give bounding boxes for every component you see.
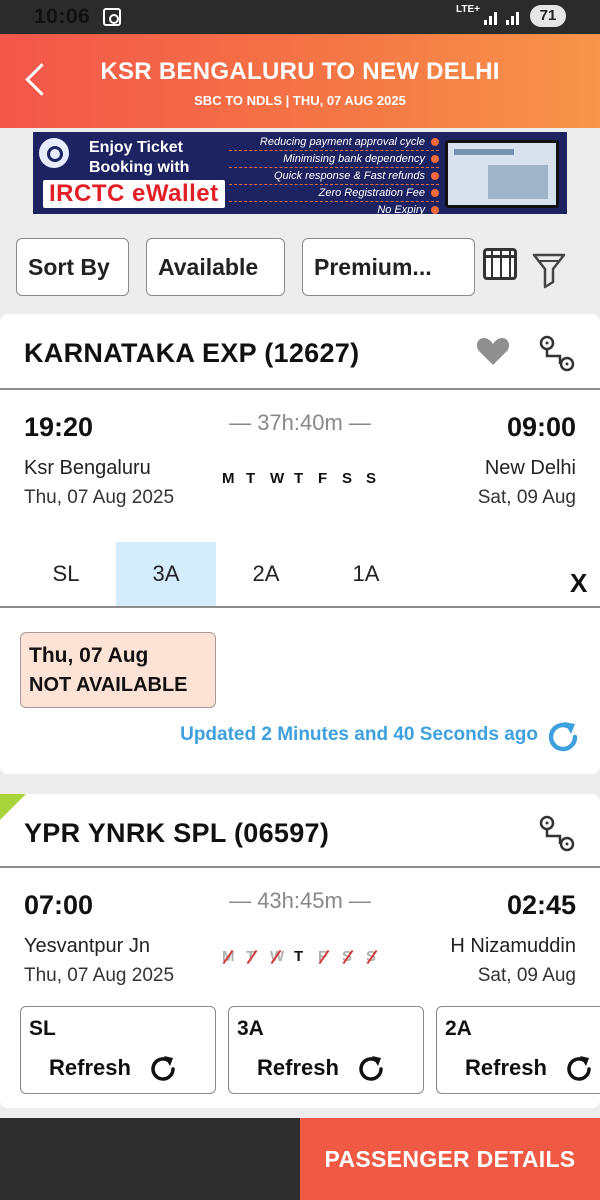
refresh-label: Refresh — [257, 1055, 339, 1080]
route-map-icon[interactable] — [538, 814, 576, 854]
irctc-ewallet-banner[interactable]: Enjoy Ticket Booking with IRCTC eWallet … — [33, 132, 567, 214]
to-station: H Nizamuddin — [450, 935, 576, 957]
journey-duration: — 43h:45m — — [229, 888, 371, 913]
status-time: 10:06 — [34, 5, 91, 28]
corner-tag — [0, 794, 26, 820]
day-label: T — [246, 470, 256, 487]
refresh-icon[interactable] — [563, 1053, 595, 1085]
heart-icon[interactable] — [476, 336, 510, 366]
day-label: T — [294, 470, 304, 487]
running-days: MTWTFSS — [222, 948, 390, 965]
card-divider — [0, 606, 600, 608]
screenshot-icon — [103, 8, 121, 26]
day-label: F — [318, 470, 328, 487]
availability-date: Thu, 07 Aug — [29, 644, 149, 667]
class-card-sl[interactable]: SL Refresh — [20, 1006, 216, 1094]
refresh-icon[interactable] — [147, 1053, 179, 1085]
banner-brand: IRCTC eWallet — [43, 180, 225, 208]
from-station: Ksr Bengaluru — [24, 457, 151, 479]
class-tabs: SL 3A 2A 1A — [0, 542, 600, 606]
departure-date: Thu, 07 Aug 2025 — [24, 965, 175, 986]
banner-feature: Zero Registration Fee — [229, 185, 439, 202]
duration-value: 43h:45m — [257, 888, 343, 913]
class-tab-3a[interactable]: 3A — [116, 542, 216, 606]
refresh-label: Refresh — [49, 1055, 131, 1080]
page-title: KSR BENGALURU TO NEW DELHI — [100, 58, 500, 85]
day-label: T — [294, 948, 304, 965]
class-tab-1a[interactable]: 1A — [316, 542, 416, 606]
app-header: KSR BENGALURU TO NEW DELHI SBC TO NDLS |… — [0, 34, 600, 128]
arrival-date: Sat, 09 Aug — [477, 965, 576, 986]
arrival-time: 02:45 — [506, 890, 576, 920]
banner-feature: Reducing payment approval cycle — [229, 134, 439, 151]
banner-headline-line2: Booking with — [89, 159, 190, 176]
refresh-label: Refresh — [465, 1055, 547, 1080]
train-name: KARNATAKA EXP (12627) — [24, 338, 360, 368]
status-bar: 10:06 LTE+ 71 — [0, 0, 600, 34]
train-card[interactable]: KARNATAKA EXP (12627) 19:20 — 37h:40m — … — [0, 314, 600, 774]
departure-time: 19:20 — [24, 412, 94, 442]
calendar-icon[interactable] — [483, 248, 517, 280]
departure-time: 07:00 — [24, 890, 94, 920]
class-card-2a[interactable]: 2A Refresh — [436, 1006, 600, 1094]
close-class-button[interactable]: X — [570, 568, 587, 599]
premium-filter-button[interactable]: Premium... — [302, 238, 475, 296]
day-label: F — [318, 948, 342, 965]
day-label: W — [270, 948, 294, 965]
banner-feature: Quick response & Fast refunds — [229, 168, 439, 185]
banner-feature: Minimising bank dependency — [229, 151, 439, 168]
train-card[interactable]: YPR YNRK SPL (06597) 07:00 — 43h:45m — 0… — [0, 794, 600, 1108]
banner-headline-line1: Enjoy Ticket — [89, 139, 183, 156]
class-tab-sl[interactable]: SL — [16, 542, 116, 606]
page-subtitle: SBC TO NDLS | THU, 07 AUG 2025 — [194, 93, 406, 108]
irctc-logo-icon — [39, 138, 69, 168]
network-type: LTE+ — [456, 4, 480, 15]
day-label: M — [222, 470, 235, 487]
class-code: SL — [29, 1017, 56, 1040]
train-name: YPR YNRK SPL (06597) — [24, 818, 330, 848]
availability-box[interactable]: Thu, 07 Aug NOT AVAILABLE — [20, 632, 216, 708]
journey-duration: — 37h:40m — — [229, 410, 371, 435]
refresh-icon[interactable] — [355, 1053, 387, 1085]
banner-headline: Enjoy Ticket Booking with — [89, 138, 189, 178]
from-station: Yesvantpur Jn — [24, 935, 151, 957]
battery-indicator: 71 — [530, 5, 566, 27]
passenger-details-button[interactable]: PASSENGER DETAILS — [300, 1118, 600, 1200]
card-divider — [0, 866, 600, 868]
refresh-icon[interactable] — [544, 718, 582, 756]
availability-status: NOT AVAILABLE — [29, 674, 188, 696]
class-card-3a[interactable]: 3A Refresh — [228, 1006, 424, 1094]
day-label: S — [342, 470, 353, 487]
arrival-time: 09:00 — [506, 412, 576, 442]
last-updated-text: Updated 2 Minutes and 40 Seconds ago — [180, 724, 538, 745]
card-divider — [0, 388, 600, 390]
duration-value: 37h:40m — [257, 410, 343, 435]
arrival-date: Sat, 09 Aug — [477, 487, 576, 508]
day-label: W — [270, 470, 285, 487]
available-filter-button[interactable]: Available — [146, 238, 285, 296]
signal-icon-2 — [506, 9, 524, 25]
to-station: New Delhi — [484, 457, 576, 479]
laptop-illustration — [445, 140, 559, 208]
signal-icon — [484, 9, 502, 25]
day-label: S — [366, 470, 377, 487]
class-code: 3A — [237, 1017, 264, 1040]
running-days: MTWTFSS — [222, 470, 390, 487]
departure-date: Thu, 07 Aug 2025 — [24, 487, 175, 508]
class-code: 2A — [445, 1017, 472, 1040]
route-map-icon[interactable] — [538, 334, 576, 374]
sort-by-button[interactable]: Sort By — [16, 238, 129, 296]
banner-features: Reducing payment approval cycle Minimisi… — [229, 134, 439, 214]
day-label: S — [366, 948, 390, 965]
day-label: S — [342, 948, 366, 965]
banner-feature: No Expiry — [229, 202, 439, 214]
day-label: M — [222, 948, 246, 965]
day-label: T — [246, 948, 270, 965]
filter-funnel-icon[interactable] — [532, 252, 566, 290]
class-tab-2a[interactable]: 2A — [216, 542, 316, 606]
